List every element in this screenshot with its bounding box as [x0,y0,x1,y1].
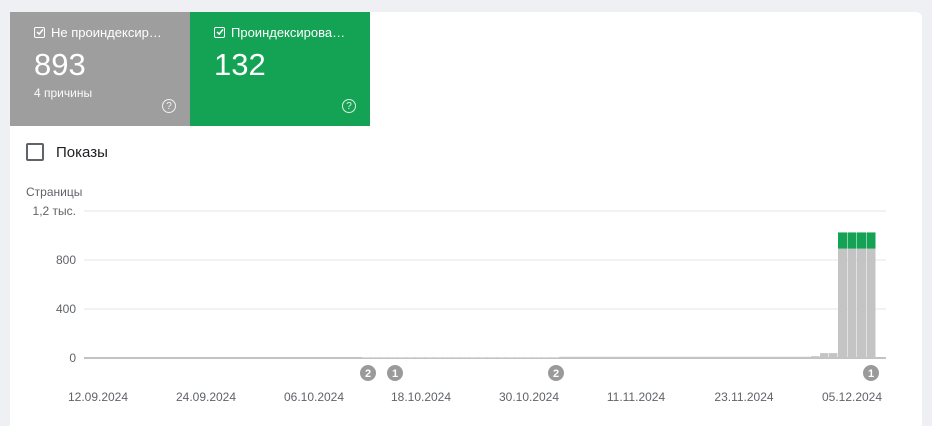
bar-not-indexed [541,357,551,358]
x-tick-label: 23.11.2024 [714,390,773,404]
x-tick-label: 18.10.2024 [391,390,451,404]
bar-not-indexed [793,356,802,358]
bar-not-indexed [811,356,820,358]
annotation-label: 1 [392,368,398,380]
bar-not-indexed [370,357,380,358]
annotation-label: 1 [868,368,874,380]
bar-not-indexed [469,357,479,358]
bar-not-indexed [451,357,461,358]
x-tick-label: 30.10.2024 [499,390,559,404]
bar-not-indexed [568,356,577,358]
bar-not-indexed [640,356,649,358]
bar-indexed [866,232,876,249]
bar-not-indexed [739,356,748,358]
annotation-label: 2 [553,368,559,380]
y-tick-label: 0 [69,351,76,365]
bar-not-indexed [820,353,829,358]
bar-not-indexed [424,357,434,358]
x-tick-label: 11.11.2024 [607,390,666,404]
y-axis-title: Страницы [26,185,82,199]
bar-not-indexed [622,356,631,358]
y-tick-label: 1,2 тыс. [33,204,76,218]
bar-not-indexed [586,356,595,358]
bar-not-indexed [703,356,712,358]
x-tick-label: 12.09.2024 [68,390,128,404]
bar-not-indexed [829,353,838,358]
bar-not-indexed [415,357,425,358]
bar-not-indexed [613,356,622,358]
bar-not-indexed [442,357,452,358]
bar-not-indexed [730,356,739,358]
y-tick-label: 400 [56,302,76,316]
bar-not-indexed [721,356,730,358]
bar-indexed [847,232,857,249]
bar-not-indexed [362,357,371,358]
bar-indexed [838,232,847,249]
bar-not-indexed [766,356,775,358]
bar-not-indexed [838,248,847,358]
bar-not-indexed [406,357,416,358]
bar-not-indexed [784,356,793,358]
bar-not-indexed [505,357,515,358]
bar-not-indexed [649,356,658,358]
bar-not-indexed [460,357,470,358]
x-tick-label: 24.09.2024 [176,390,236,404]
bar-not-indexed [866,248,876,358]
bar-not-indexed [595,356,604,358]
bar-not-indexed [532,357,542,358]
bar-not-indexed [388,357,398,358]
bar-not-indexed [514,357,524,358]
annotation-label: 2 [365,368,371,380]
bar-not-indexed [478,357,488,358]
bar-not-indexed [379,357,389,358]
x-tick-label: 05.12.2024 [822,390,882,404]
bar-not-indexed [847,248,857,358]
x-tick-label: 06.10.2024 [284,390,344,404]
bar-not-indexed [712,356,721,358]
bar-not-indexed [397,357,407,358]
bar-not-indexed [676,356,685,358]
bar-not-indexed [802,356,811,358]
bar-not-indexed [694,356,703,358]
bar-not-indexed [658,356,667,358]
bar-not-indexed [631,356,640,358]
y-tick-label: 800 [56,253,76,267]
bar-not-indexed [757,356,766,358]
bar-not-indexed [559,356,568,358]
bar-not-indexed [667,356,676,358]
pages-chart: Страницы 1,2 тыс. 800 400 0 2 1 2 1 12.09.2024 24.… [26,185,886,404]
bar-not-indexed [433,357,443,358]
bar-not-indexed [857,248,866,358]
bar-not-indexed [685,356,694,358]
bar-indexed [857,232,866,249]
bar-not-indexed [496,357,506,358]
bar-not-indexed [577,356,586,358]
bar-not-indexed [550,357,559,358]
bar-not-indexed [604,356,613,358]
bar-not-indexed [487,357,497,358]
bar-not-indexed [775,356,784,358]
bar-not-indexed [748,356,757,358]
bar-not-indexed [523,357,533,358]
